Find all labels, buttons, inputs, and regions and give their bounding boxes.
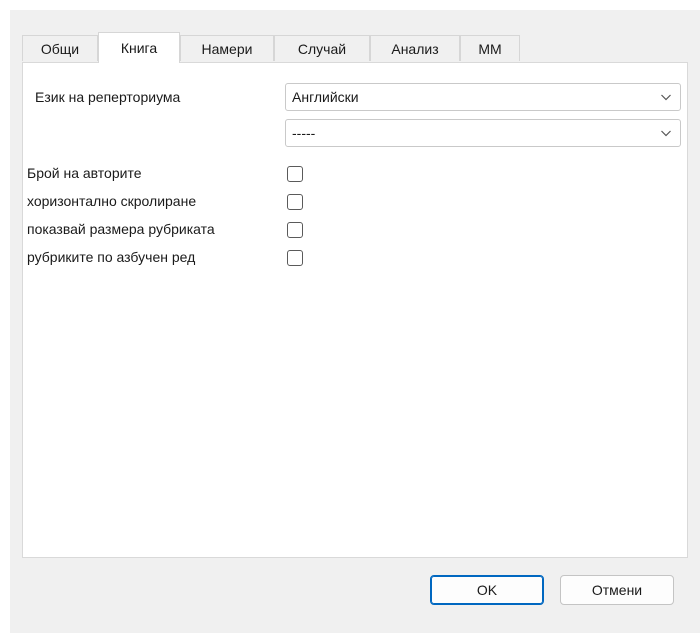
settings-dialog: Общи Книга Намери Случай Анализ ММ Език … [10, 10, 700, 633]
tab-find[interactable]: Намери [180, 35, 274, 61]
tab-label: Общи [40, 40, 80, 57]
option-label-rubric-size: показвай размера рубриката [27, 221, 215, 237]
tab-analysis[interactable]: Анализ [370, 35, 460, 61]
tab-panel-book: Език на реперториума Английски ----- Бро… [22, 62, 688, 558]
tab-label: Намери [201, 40, 253, 57]
tab-label: Книга [120, 40, 158, 56]
option-label-authors-count: Брой на авторите [27, 165, 142, 181]
select-value: ----- [292, 125, 316, 141]
checkbox-authors-count[interactable] [287, 166, 303, 182]
repertory-language-select[interactable]: Английски [285, 83, 681, 111]
chevron-down-icon [661, 130, 671, 137]
chevron-down-icon [661, 94, 671, 101]
ok-button-label: OK [476, 582, 498, 598]
tab-label: Случай [297, 40, 347, 57]
secondary-select[interactable]: ----- [285, 119, 681, 147]
checkbox-alphabetical[interactable] [287, 250, 303, 266]
tab-mm[interactable]: ММ [460, 35, 520, 61]
option-label-horizontal-scroll: хоризонтално скролиране [27, 193, 197, 209]
tab-label: Анализ [391, 40, 439, 57]
checkbox-horizontal-scroll[interactable] [287, 194, 303, 210]
tab-general[interactable]: Общи [22, 35, 98, 61]
select-value: Английски [292, 89, 359, 105]
option-label-alphabetical: рубриките по азбучен ред [27, 249, 196, 265]
repertory-language-label: Език на реперториума [35, 89, 181, 105]
tab-book[interactable]: Книга [98, 32, 180, 63]
cancel-button-label: Отмени [591, 582, 643, 598]
cancel-button[interactable]: Отмени [560, 575, 674, 605]
checkbox-rubric-size[interactable] [287, 222, 303, 238]
tab-case[interactable]: Случай [274, 35, 370, 61]
tab-label: ММ [478, 40, 502, 57]
ok-button[interactable]: OK [430, 575, 544, 605]
